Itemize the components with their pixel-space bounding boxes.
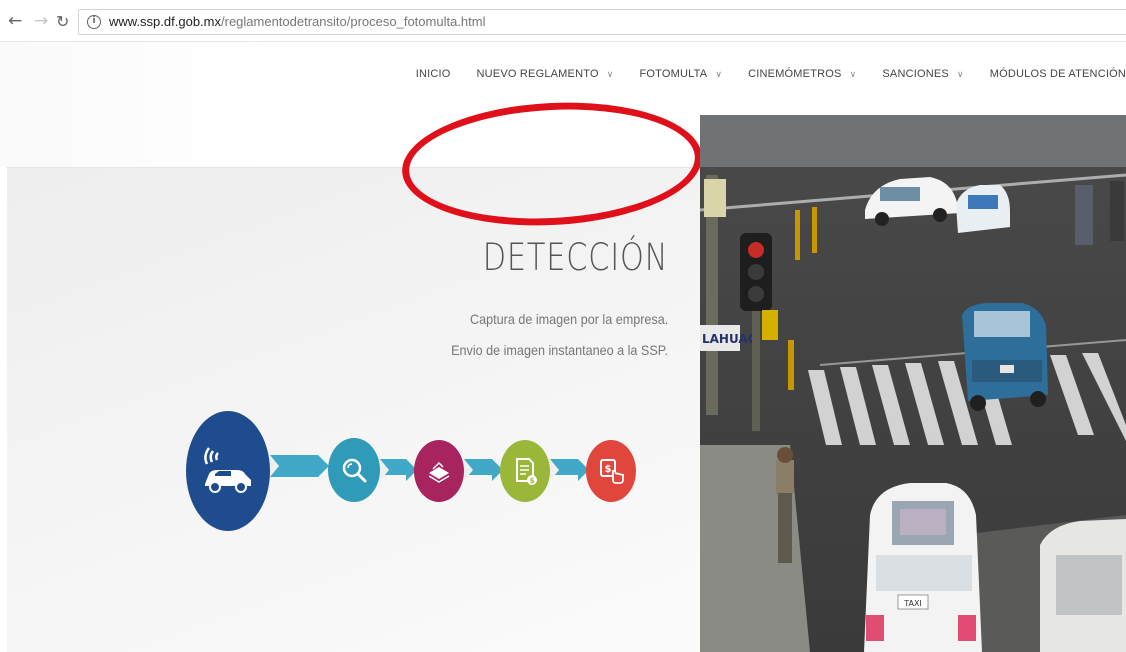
forward-arrow-icon[interactable]: → (34, 13, 48, 30)
magnifier-icon (342, 458, 367, 483)
svg-text:$: $ (605, 464, 612, 475)
street-sign-text: LAHUAC (702, 332, 757, 346)
back-arrow-icon[interactable]: ← (8, 13, 22, 30)
info-icon[interactable]: i (87, 15, 101, 29)
browser-toolbar: ← → ↻ i www.ssp.df.gob.mx/reglamentodetr… (0, 0, 1126, 42)
nav-label: INICIO (415, 68, 451, 80)
nav-inicio[interactable]: INICIO (416, 68, 451, 88)
nav-fotomulta[interactable]: FOTOMULTA ∨ (640, 68, 723, 88)
url-host: www.ssp.df.gob.mx (109, 14, 221, 29)
flow-arrow (550, 459, 589, 481)
step-documents[interactable] (414, 440, 464, 502)
nav-label: FOTOMULTA (639, 68, 708, 80)
url-text[interactable]: www.ssp.df.gob.mx/reglamentodetransito/p… (109, 14, 485, 29)
car-radar-icon (204, 447, 251, 493)
documents-icon (428, 461, 450, 483)
flow-arrow (270, 455, 329, 477)
hero-panel: DETECCIÓN Captura de imagen por la empre… (7, 167, 700, 652)
step-detection[interactable] (186, 411, 270, 531)
step-review[interactable] (328, 438, 380, 502)
hero-description-line-2: Envio de imagen instantaneo a la SSP. (451, 342, 668, 358)
invoice-icon: $ (516, 458, 537, 485)
url-path: /reglamentodetransito/proceso_fotomulta.… (221, 14, 486, 29)
nav-modulos-de-atencion[interactable]: MÓDULOS DE ATENCIÓN (990, 68, 1126, 88)
site-navigation: INICIO NUEVO REGLAMENTO ∨ FOTOMULTA ∨ CINE… (390, 68, 1126, 88)
step-invoice[interactable]: $ (500, 440, 550, 502)
chevron-down-icon: ∨ (606, 69, 614, 79)
svg-text:$: $ (530, 477, 535, 485)
chevron-down-icon: ∨ (849, 69, 857, 79)
nav-label: NUEVO REGLAMENTO (476, 68, 599, 80)
street-photo-illustration: LAHUAC TAXI (700, 115, 1126, 652)
chevron-down-icon: ∨ (715, 69, 723, 79)
flow-arrow (380, 459, 417, 481)
nav-label: CINEMÓMETROS (748, 68, 842, 80)
taxi-sign-text: TAXI (903, 599, 922, 608)
nav-nuevo-reglamento[interactable]: NUEVO REGLAMENTO ∨ (477, 68, 614, 88)
hero-description-line-1: Captura de imagen por la empresa. (469, 311, 668, 327)
step-payment[interactable]: $ (586, 440, 636, 502)
hero-title: DETECCIÓN (482, 236, 668, 279)
payment-click-icon: $ (600, 459, 624, 484)
nav-sanciones[interactable]: SANCIONES ∨ (882, 68, 963, 88)
reload-icon[interactable]: ↻ (56, 13, 69, 30)
street-intersection-photo: LAHUAC TAXI (700, 115, 1126, 652)
address-bar[interactable]: i www.ssp.df.gob.mx/reglamentodetransito… (78, 9, 1126, 35)
nav-label: MÓDULOS DE ATENCIÓN (989, 68, 1126, 80)
nav-cinemometros[interactable]: CINEMÓMETROS ∨ (748, 68, 856, 88)
nav-label: SANCIONES (882, 68, 949, 80)
flow-arrow (464, 459, 503, 481)
chevron-down-icon: ∨ (956, 69, 964, 79)
